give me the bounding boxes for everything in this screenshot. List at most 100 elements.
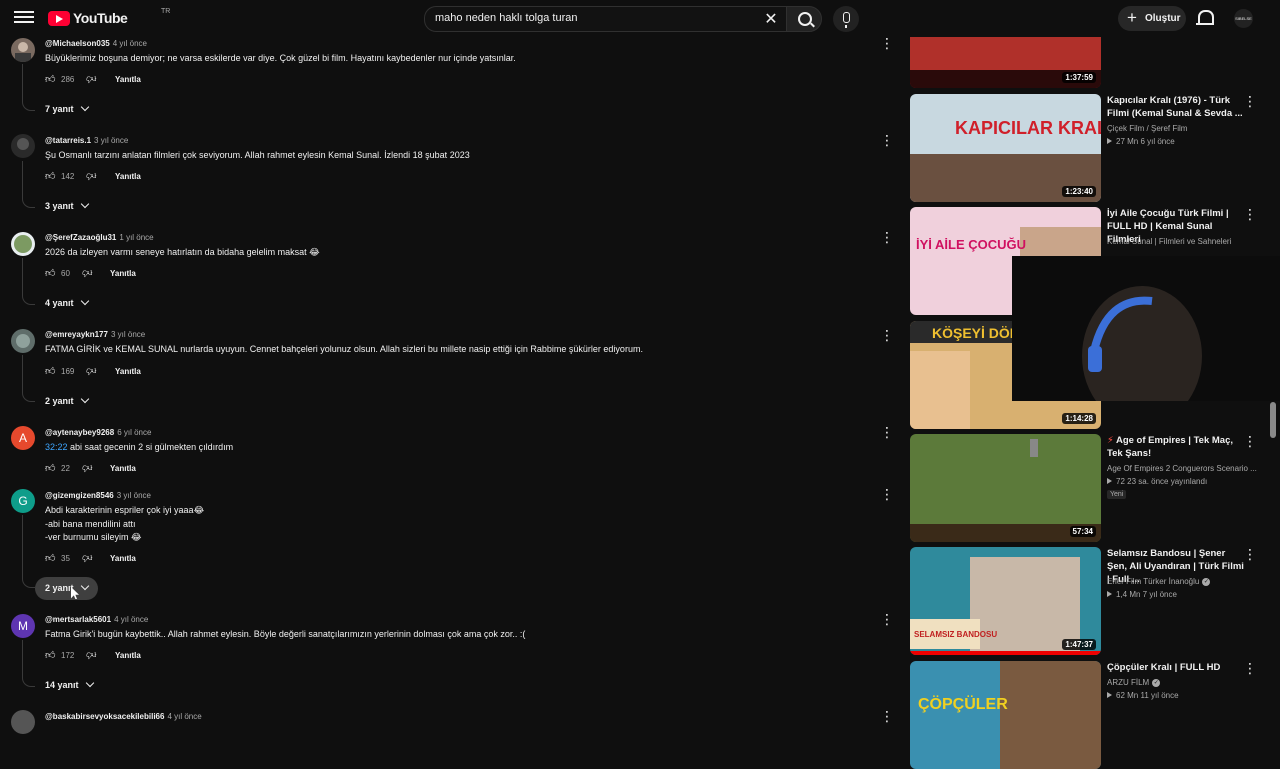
comment-author[interactable]: @ŞerefZazaoğlu31: [45, 233, 116, 242]
like-icon[interactable]: 👍︎: [45, 267, 55, 279]
video-channel[interactable]: Kemal Sunal | Filmleri ve Sahneleri: [1107, 237, 1231, 246]
comment-time[interactable]: 3 yıl önce: [117, 491, 151, 500]
video-channel[interactable]: Age Of Empires 2 Conguerors Scenario ...: [1107, 464, 1257, 473]
timestamp-link[interactable]: 32:22: [45, 442, 68, 452]
notifications-bell-icon[interactable]: [1196, 10, 1214, 25]
close-icon[interactable]: ✕: [761, 9, 781, 29]
video-duration: 1:47:37: [1062, 639, 1096, 650]
chevron-down-icon: [80, 199, 89, 209]
comments-section: @Michaelson035 4 yıl önce Büyüklerimiz bo…: [0, 0, 900, 734]
menu-icon[interactable]: [14, 8, 34, 28]
account-avatar[interactable]: SIBELSE: [1234, 9, 1253, 28]
like-icon[interactable]: 👍︎: [45, 73, 55, 85]
more-actions-icon[interactable]: ⋮: [1243, 207, 1257, 221]
more-actions-icon[interactable]: ⋮: [1243, 434, 1257, 448]
avatar[interactable]: [11, 329, 35, 353]
dislike-icon[interactable]: 👍︎: [86, 649, 96, 661]
replies-toggle-button[interactable]: 2 yanıt: [35, 577, 98, 600]
voice-search-button[interactable]: [833, 6, 859, 32]
avatar[interactable]: [11, 710, 35, 734]
reply-button[interactable]: Yanıtla: [115, 75, 141, 84]
replies-toggle-button[interactable]: 7 yanıt: [35, 98, 98, 121]
chevron-down-icon: [80, 581, 89, 591]
reply-button[interactable]: Yanıtla: [110, 464, 136, 473]
comment-author[interactable]: @aytenaybey9268: [45, 428, 114, 437]
more-actions-icon[interactable]: ⋮: [1243, 661, 1257, 675]
region-label: TR: [161, 8, 171, 15]
avatar[interactable]: [11, 232, 35, 256]
more-actions-icon[interactable]: ⋮: [880, 425, 894, 441]
comment-time[interactable]: 3 yıl önce: [94, 136, 128, 145]
video-channel[interactable]: Erler Film Türker İnanoğlu ✓: [1107, 577, 1211, 586]
video-title[interactable]: Çöpçüler Kralı | FULL HD: [1107, 661, 1247, 674]
create-button[interactable]: + Oluştur: [1118, 6, 1186, 31]
more-actions-icon[interactable]: ⋮: [1243, 547, 1257, 561]
comment-author[interactable]: @gizemgizen8546: [45, 491, 114, 500]
more-actions-icon[interactable]: ⋮: [880, 709, 894, 725]
like-icon[interactable]: 👍︎: [45, 649, 55, 661]
verified-icon: ✓: [1202, 577, 1211, 586]
chevron-down-icon: [80, 394, 89, 404]
video-title[interactable]: Kapıcılar Kralı (1976) - Türk Filmi (Kem…: [1107, 94, 1247, 120]
like-icon[interactable]: 👍︎: [45, 170, 55, 182]
comment-time[interactable]: 1 yıl önce: [119, 233, 153, 242]
avatar[interactable]: A: [11, 426, 35, 450]
video-title[interactable]: ⚡ Age of Empires | Tek Maç, Tek Şans!: [1107, 434, 1247, 460]
comment-author[interactable]: @emreyaykn177: [45, 330, 108, 339]
reply-button[interactable]: Yanıtla: [115, 651, 141, 660]
views-icon: [1107, 138, 1112, 144]
comment-author[interactable]: @tatarreis.1: [45, 136, 91, 145]
video-duration: 57:34: [1069, 526, 1096, 537]
comment-text: Abdi karakterinin espriler çok iyi yaaa😂…: [45, 505, 205, 542]
replies-toggle-button[interactable]: 2 yanıt: [35, 390, 98, 413]
more-actions-icon[interactable]: ⋮: [880, 230, 894, 246]
comment-text: Büyüklerimiz boşuna demiyor; ne varsa es…: [45, 53, 516, 63]
video-thumbnail[interactable]: SELAMSIZ BANDOSU 1:47:37: [910, 547, 1101, 655]
comment-time[interactable]: 6 yıl önce: [117, 428, 151, 437]
top-bar: YouTube TR maho neden haklı tolga turan …: [0, 0, 1280, 37]
views-icon: [1107, 478, 1112, 484]
more-actions-icon[interactable]: ⋮: [880, 133, 894, 149]
avatar[interactable]: [11, 134, 35, 158]
avatar[interactable]: M: [11, 614, 35, 638]
dislike-icon[interactable]: 👍︎: [86, 73, 96, 85]
avatar[interactable]: G: [11, 489, 35, 513]
comment-author[interactable]: @mertsarlak5601: [45, 615, 111, 624]
like-icon[interactable]: 👍︎: [45, 552, 55, 564]
replies-toggle-button[interactable]: 3 yanıt: [35, 195, 98, 218]
dislike-icon[interactable]: 👍︎: [82, 552, 92, 564]
video-thumbnail[interactable]: ÇÖPÇÜLER: [910, 661, 1101, 769]
comment-author[interactable]: @Michaelson035: [45, 39, 110, 48]
comment-time[interactable]: 4 yıl önce: [114, 615, 148, 624]
more-actions-icon[interactable]: ⋮: [880, 328, 894, 344]
more-actions-icon[interactable]: ⋮: [1243, 94, 1257, 108]
reply-button[interactable]: Yanıtla: [110, 554, 136, 563]
like-icon[interactable]: 👍︎: [45, 365, 55, 377]
video-thumbnail[interactable]: 57:34: [910, 434, 1101, 542]
more-actions-icon[interactable]: ⋮: [880, 487, 894, 503]
youtube-logo[interactable]: YouTube TR: [48, 8, 170, 26]
search-input[interactable]: maho neden haklı tolga turan: [435, 12, 578, 24]
dislike-icon[interactable]: 👍︎: [86, 170, 96, 182]
comment-time[interactable]: 3 yıl önce: [111, 330, 145, 339]
search-button[interactable]: [786, 6, 822, 32]
video-thumbnail[interactable]: KAPICILAR KRALI 1:23:40: [910, 94, 1101, 202]
video-channel[interactable]: Çiçek Film / Şeref Film: [1107, 124, 1187, 133]
dislike-icon[interactable]: 👍︎: [82, 267, 92, 279]
comment-time[interactable]: 4 yıl önce: [113, 39, 147, 48]
dislike-icon[interactable]: 👍︎: [86, 365, 96, 377]
reply-button[interactable]: Yanıtla: [110, 269, 136, 278]
reply-button[interactable]: Yanıtla: [115, 172, 141, 181]
like-icon[interactable]: 👍︎: [45, 462, 55, 474]
video-stats: 72 23 sa. önce yayınlandı: [1107, 477, 1207, 486]
search-box[interactable]: maho neden haklı tolga turan ✕: [424, 6, 787, 32]
replies-toggle-button[interactable]: 4 yanıt: [35, 292, 98, 315]
avatar[interactable]: [11, 38, 35, 62]
replies-toggle-button[interactable]: 14 yanıt: [35, 674, 103, 697]
reply-button[interactable]: Yanıtla: [115, 367, 141, 376]
more-actions-icon[interactable]: ⋮: [880, 612, 894, 628]
scrollbar[interactable]: [1270, 402, 1276, 438]
dislike-icon[interactable]: 👍︎: [82, 462, 92, 474]
more-actions-icon[interactable]: ⋮: [880, 36, 894, 52]
video-channel[interactable]: ARZU FİLM ✓: [1107, 678, 1161, 687]
